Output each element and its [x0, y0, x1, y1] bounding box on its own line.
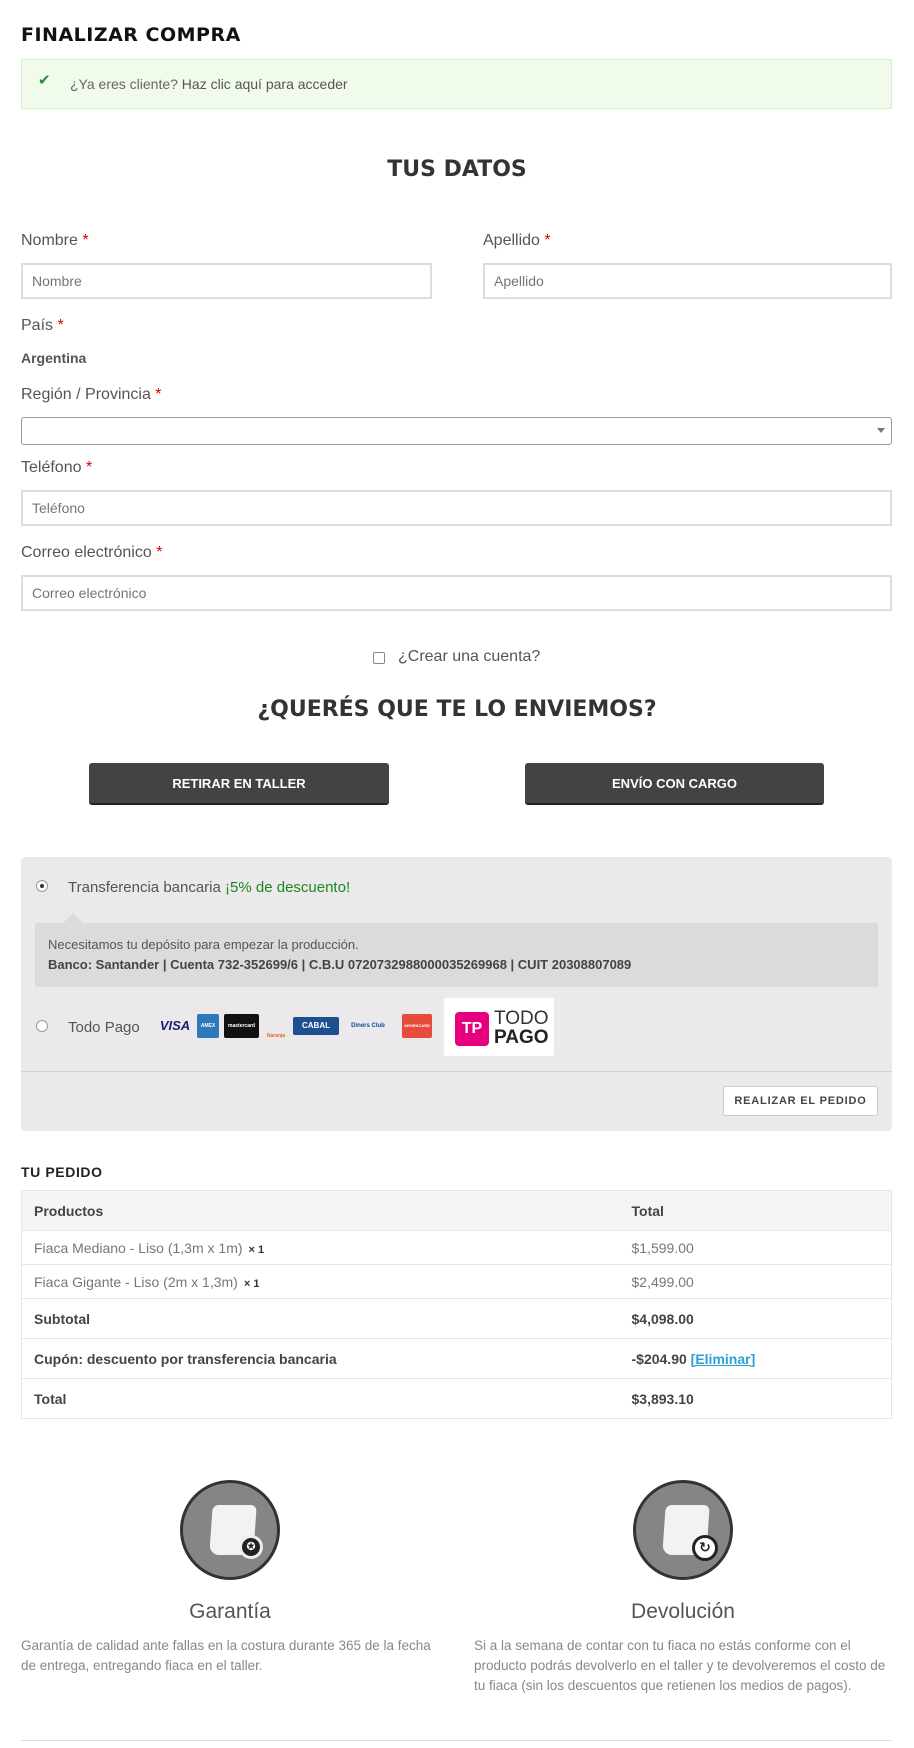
- transfer-promo: ¡5% de descuento!: [225, 879, 351, 896]
- login-link[interactable]: Haz clic aquí para acceder: [182, 76, 348, 92]
- argencard-icon: ARGENCARD: [402, 1014, 432, 1038]
- coupon-value: -$204.90: [631, 1350, 687, 1367]
- transfer-radio[interactable]: [36, 880, 48, 892]
- amex-icon: AMEX: [197, 1014, 219, 1038]
- telefono-input[interactable]: [21, 490, 892, 526]
- table-header-row: Productos Total: [21, 1190, 892, 1231]
- product-name: Fiaca Gigante - Liso (2m x 1,3m) × 1: [21, 1264, 620, 1299]
- returns-text: Si a la semana de contar con tu fiaca no…: [474, 1638, 886, 1693]
- delivery-button[interactable]: ENVÍO CON CARGO: [525, 763, 824, 805]
- diners-club-icon: Diners Club: [351, 1023, 385, 1029]
- nombre-input[interactable]: [21, 263, 432, 299]
- create-account-label[interactable]: ¿Crear una cuenta?: [398, 648, 540, 666]
- products-header: Productos: [21, 1190, 620, 1231]
- footer-divider: [21, 1740, 892, 1741]
- warranty-icon: ✪: [180, 1480, 280, 1580]
- transfer-description: Necesitamos tu depósito para empezar la …: [48, 937, 359, 952]
- email-input[interactable]: [21, 575, 892, 611]
- todopago-label[interactable]: Todo Pago: [68, 1019, 140, 1036]
- coupon-label: Cupón: descuento por transferencia banca…: [21, 1338, 620, 1379]
- order-title: TU PEDIDO: [21, 1164, 103, 1180]
- apellido-label: Apellido *: [483, 232, 551, 249]
- product-total: $2,499.00: [619, 1264, 892, 1299]
- notice-text: ¿Ya eres cliente? Haz clic aquí para acc…: [70, 76, 348, 92]
- warranty-text: Garantía de calidad ante fallas en la co…: [21, 1638, 431, 1673]
- email-label: Correo electrónico *: [21, 544, 163, 561]
- chevron-down-icon: [877, 428, 885, 433]
- coupon-row: Cupón: descuento por transferencia banca…: [21, 1338, 892, 1379]
- place-order-button[interactable]: REALIZAR EL PEDIDO: [723, 1086, 878, 1116]
- order-table: Productos Total Fiaca Mediano - Liso (1,…: [21, 1190, 892, 1419]
- naranja-icon: Naranja: [266, 1033, 286, 1039]
- returns-icon: ↻: [633, 1480, 733, 1580]
- region-label: Región / Provincia *: [21, 386, 162, 403]
- telefono-label: Teléfono *: [21, 459, 93, 476]
- visa-icon: VISA: [159, 1018, 191, 1033]
- remove-coupon-link[interactable]: [Eliminar]: [691, 1351, 756, 1367]
- login-notice: ✔ ¿Ya eres cliente? Haz clic aquí para a…: [21, 59, 892, 109]
- mastercard-icon: mastercard: [224, 1014, 259, 1038]
- region-select[interactable]: [21, 417, 892, 445]
- subtotal-row: Subtotal $4,098.00: [21, 1298, 892, 1339]
- total-row: Total $3,893.10: [21, 1378, 892, 1419]
- total-label: Total: [21, 1378, 620, 1419]
- apellido-input[interactable]: [483, 263, 892, 299]
- cabal-icon: CABAL: [293, 1017, 339, 1035]
- product-name: Fiaca Mediano - Liso (1,3m x 1m) × 1: [21, 1230, 620, 1265]
- table-row: Fiaca Mediano - Liso (1,3m x 1m) × 1 $1,5…: [21, 1230, 892, 1265]
- page-title: FINALIZAR COMPRA: [21, 24, 241, 46]
- pais-label: País *: [21, 317, 64, 334]
- pickup-button[interactable]: RETIRAR EN TALLER: [89, 763, 389, 805]
- subtotal-value: $4,098.00: [619, 1298, 892, 1339]
- check-icon: ✔: [38, 71, 51, 89]
- subtotal-label: Subtotal: [21, 1298, 620, 1339]
- bank-details: Banco: Santander | Cuenta 732-352699/6 |…: [48, 957, 632, 972]
- section-title-envio: ¿QUERÉS QUE TE LO ENVIEMOS?: [257, 697, 657, 722]
- payment-methods: Transferencia bancaria ¡5% de descuento!…: [21, 857, 892, 1131]
- create-account-checkbox[interactable]: [373, 652, 385, 664]
- total-header: Total: [619, 1190, 892, 1231]
- return-arrow-icon: ↻: [692, 1535, 718, 1561]
- medal-icon: ✪: [239, 1535, 263, 1559]
- table-row: Fiaca Gigante - Liso (2m x 1,3m) × 1 $2,4…: [21, 1264, 892, 1299]
- todopago-logo: TP TODO PAGO: [444, 998, 554, 1056]
- product-total: $1,599.00: [619, 1230, 892, 1265]
- section-title-datos: TUS DATOS: [387, 157, 527, 182]
- todopago-radio[interactable]: [36, 1020, 48, 1032]
- transfer-details: Necesitamos tu depósito para empezar la …: [35, 913, 878, 987]
- nombre-label: Nombre *: [21, 232, 89, 249]
- pais-value: Argentina: [21, 350, 87, 366]
- transfer-label[interactable]: Transferencia bancaria ¡5% de descuento!: [68, 879, 350, 896]
- payment-divider: [21, 1071, 892, 1072]
- total-value: $3,893.10: [619, 1378, 892, 1419]
- returns-title: Devolución: [631, 1600, 735, 1623]
- warranty-title: Garantía: [189, 1600, 271, 1623]
